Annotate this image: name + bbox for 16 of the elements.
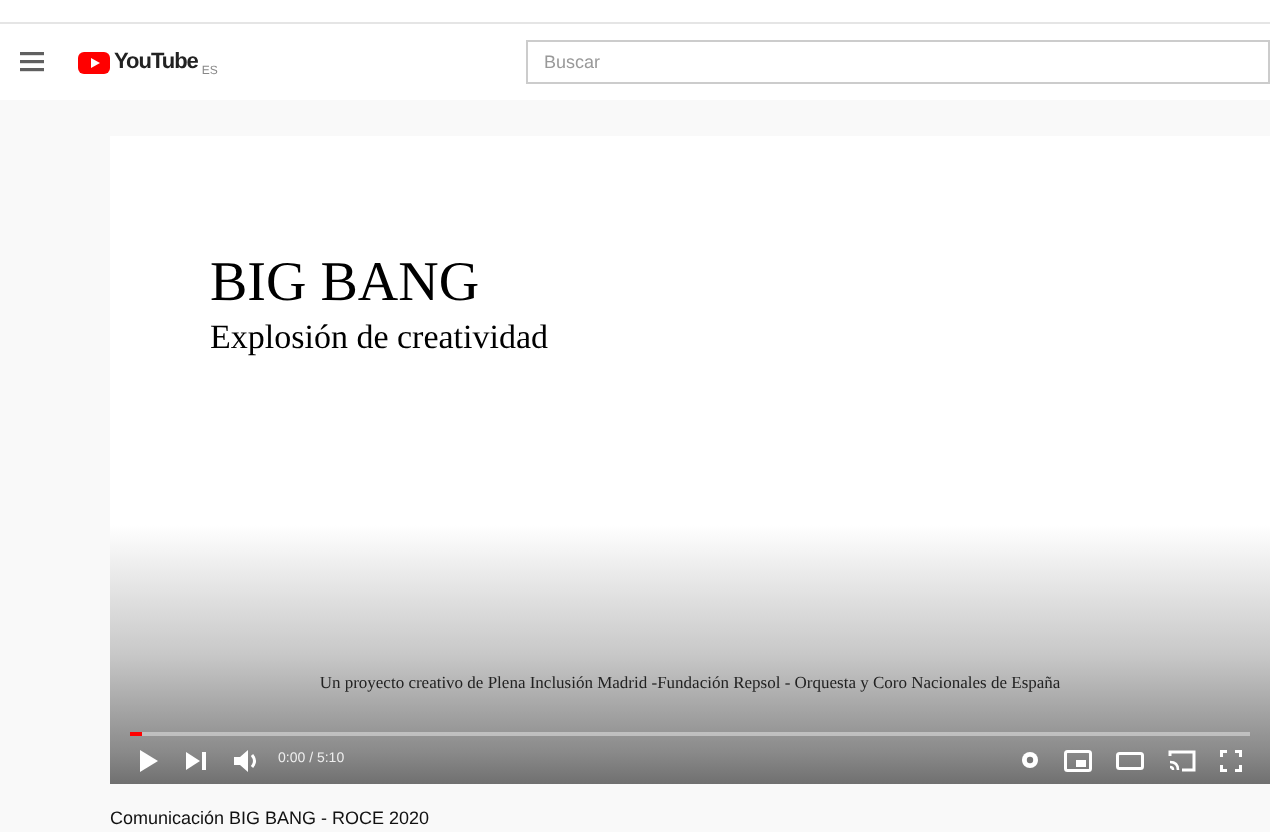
search-field[interactable]: Buscar	[526, 40, 1270, 84]
slide-title: BIG BANG	[210, 252, 482, 316]
settings-icon[interactable]	[1020, 750, 1040, 770]
logo-text[interactable]: YouTube	[114, 45, 198, 79]
volume-icon[interactable]	[234, 749, 262, 771]
play-logo-icon	[78, 51, 110, 73]
slide-subtitle: Explosión de creatividad	[210, 316, 551, 360]
next-icon[interactable]	[186, 751, 206, 769]
video-title: Comunicación BIG BANG - ROCE 2020	[110, 808, 432, 830]
menu-icon[interactable]	[20, 52, 44, 72]
play-icon[interactable]	[138, 749, 158, 771]
theater-mode-icon[interactable]	[1116, 751, 1144, 769]
slide-credit: Un proyecto creativo de Plena Inclusión Madrid -Fundación Repsol - Orquesta y Coro Nacionales de España	[319, 670, 1061, 696]
miniplayer-icon[interactable]	[1064, 749, 1092, 771]
cast-icon[interactable]	[1168, 749, 1196, 771]
fullscreen-icon[interactable]	[1220, 749, 1242, 771]
